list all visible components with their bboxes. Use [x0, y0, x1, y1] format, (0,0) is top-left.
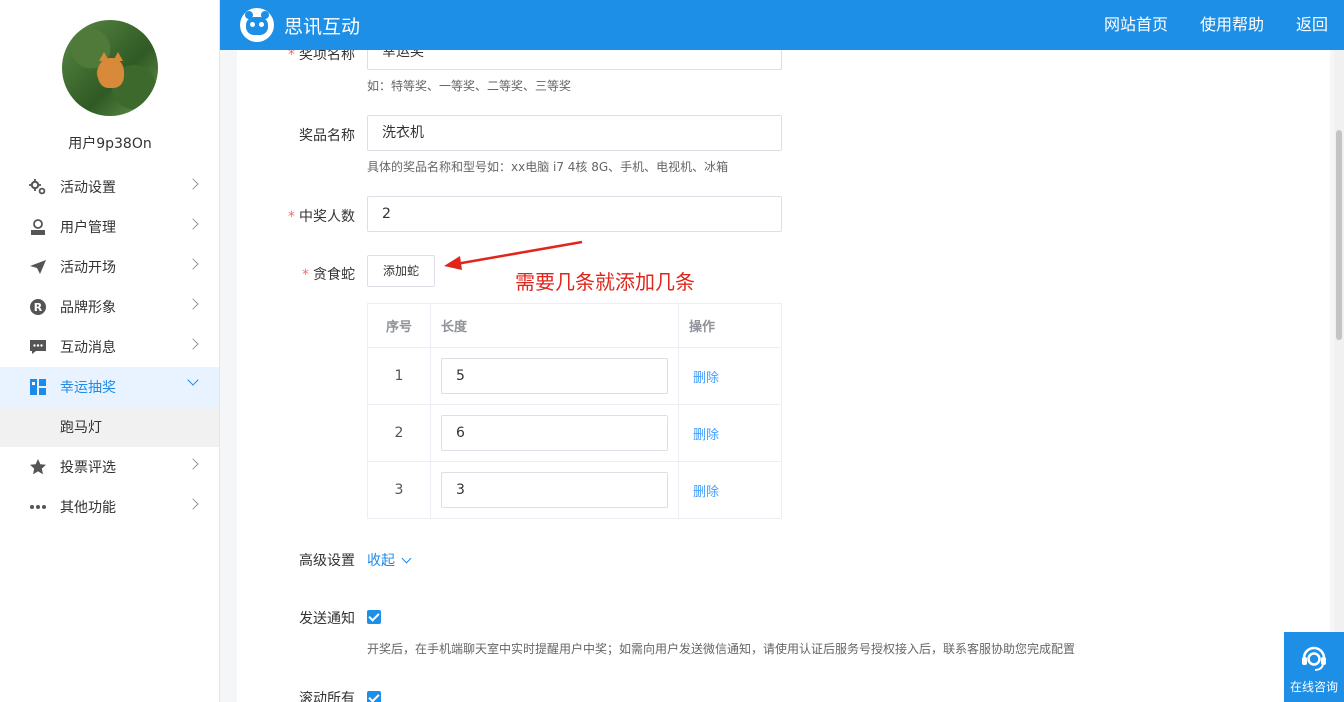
- col-length-header: 长度: [430, 303, 679, 348]
- sidebar-item-interactive-message[interactable]: 互动消息: [0, 327, 219, 367]
- avatar[interactable]: [62, 20, 158, 116]
- sidebar-item-activity-opening[interactable]: 活动开场: [0, 247, 219, 287]
- sidebar-item-voting[interactable]: 投票评选: [0, 447, 219, 487]
- sidebar-item-label: 活动开场: [60, 260, 116, 276]
- chevron-right-icon: [187, 458, 199, 470]
- collapse-toggle-label: 收起: [367, 553, 395, 569]
- winner-count-label: * 中奖人数: [288, 209, 355, 225]
- prize-level-hint: 如：特等奖、一等奖、二等奖、三等奖: [367, 79, 572, 93]
- sidebar-item-activity-settings[interactable]: 活动设置: [0, 167, 219, 207]
- table-row: 3 3 删除: [367, 461, 782, 519]
- sidebar-menu: 活动设置 用户管理 活动开场 R 品牌形象 互动消息 幸运抽奖 跑马灯 投票评选…: [0, 167, 219, 527]
- send-notify-checkbox[interactable]: [367, 610, 381, 624]
- chevron-down-icon: [187, 374, 199, 386]
- brand-name: 思讯互动: [284, 16, 361, 38]
- required-mark: *: [302, 267, 309, 283]
- sidebar-item-brand-image[interactable]: R 品牌形象: [0, 287, 219, 327]
- row-index: 3: [367, 461, 431, 519]
- length-input[interactable]: 5: [441, 358, 668, 394]
- table-row: 2 6 删除: [367, 404, 782, 462]
- more-icon: [28, 497, 48, 517]
- length-input[interactable]: 3: [441, 472, 668, 508]
- prize-name-label: 奖品名称: [299, 128, 355, 144]
- sidebar-item-label: 其他功能: [60, 500, 116, 516]
- chevron-right-icon: [187, 258, 199, 270]
- sidebar-subitem-marquee[interactable]: 跑马灯: [0, 407, 219, 447]
- chevron-right-icon: [187, 178, 199, 190]
- delete-link[interactable]: 删除: [693, 371, 719, 386]
- send-notify-label: 发送通知: [299, 611, 355, 627]
- row-index: 1: [367, 347, 431, 405]
- chevron-right-icon: [187, 218, 199, 230]
- scrollbar-thumb[interactable]: [1336, 130, 1342, 340]
- prize-name-hint: 具体的奖品名称和型号如：xx电脑 i7 4核 8G、手机、电视机、冰箱: [367, 160, 729, 174]
- headset-icon: [1302, 646, 1326, 671]
- col-action-header: 操作: [678, 303, 782, 348]
- sidebar-item-label: 用户管理: [60, 220, 116, 236]
- nav-help-link[interactable]: 使用帮助: [1200, 0, 1264, 50]
- sidebar-item-user-management[interactable]: 用户管理: [0, 207, 219, 247]
- prize-level-label: * 奖项名称: [237, 50, 355, 64]
- delete-link[interactable]: 删除: [693, 428, 719, 443]
- action-cell: 删除: [678, 404, 782, 462]
- sidebar-item-label: 互动消息: [60, 340, 116, 356]
- winner-count-input[interactable]: 2: [367, 196, 782, 232]
- sidebar: 用户9p38On 活动设置 用户管理 活动开场 R 品牌形象 互动消息 幸运抽奖…: [0, 0, 220, 702]
- length-cell: 6: [430, 404, 679, 462]
- length-cell: 5: [430, 347, 679, 405]
- sidebar-item-label: 幸运抽奖: [60, 380, 116, 396]
- action-cell: 删除: [678, 461, 782, 519]
- col-index-header: 序号: [367, 303, 431, 348]
- header-nav: 网站首页 使用帮助 返回: [1104, 0, 1344, 50]
- star-icon: [28, 457, 48, 477]
- top-header: 思讯互动 网站首页 使用帮助 返回: [220, 0, 1344, 50]
- bear-logo-icon: [240, 8, 274, 42]
- delete-link[interactable]: 删除: [693, 485, 719, 500]
- username: 用户9p38On: [68, 136, 152, 152]
- nav-back-link[interactable]: 返回: [1296, 0, 1328, 50]
- table-header-row: 序号 长度 操作: [367, 303, 782, 348]
- collapse-toggle[interactable]: 收起: [367, 550, 412, 570]
- chevron-right-icon: [187, 338, 199, 350]
- online-consult-button[interactable]: 在线咨询: [1284, 632, 1344, 702]
- add-snake-button[interactable]: 添加蛇: [367, 255, 435, 287]
- annotation-text: 需要几条就添加几条: [515, 270, 695, 294]
- sidebar-item-other-functions[interactable]: 其他功能: [0, 487, 219, 527]
- snake-label: * 贪食蛇: [302, 267, 355, 283]
- sidebar-item-label: 活动设置: [60, 180, 116, 196]
- row-index: 2: [367, 404, 431, 462]
- action-cell: 删除: [678, 347, 782, 405]
- chevron-right-icon: [187, 498, 199, 510]
- sidebar-item-label: 品牌形象: [60, 300, 116, 316]
- sidebar-item-lucky-draw[interactable]: 幸运抽奖: [0, 367, 219, 407]
- registered-icon: R: [28, 297, 48, 317]
- message-icon: [28, 337, 48, 357]
- required-mark: *: [288, 209, 295, 225]
- length-cell: 3: [430, 461, 679, 519]
- chevron-right-icon: [187, 298, 199, 310]
- page-scrollbar[interactable]: [1334, 50, 1344, 702]
- nav-home-link[interactable]: 网站首页: [1104, 0, 1168, 50]
- scroll-all-checkbox[interactable]: [367, 691, 381, 702]
- user-manage-icon: [28, 217, 48, 237]
- prize-name-input[interactable]: 洗衣机: [367, 115, 782, 151]
- scroll-all-label: 滚动所有: [299, 691, 355, 702]
- lottery-icon: [28, 377, 48, 397]
- paper-plane-icon: [28, 257, 48, 277]
- gears-icon: [28, 177, 48, 197]
- svg-text:R: R: [34, 301, 43, 314]
- chevron-down-icon: [401, 553, 412, 564]
- advanced-settings-label: 高级设置: [299, 553, 355, 569]
- length-input[interactable]: 6: [441, 415, 668, 451]
- table-row: 1 5 删除: [367, 347, 782, 405]
- sidebar-item-label: 投票评选: [60, 460, 116, 476]
- prize-level-input[interactable]: 幸运奖: [367, 50, 782, 70]
- send-notify-hint: 开奖后，在手机端聊天室中实时提醒用户中奖；如需向用户发送微信通知，请使用认证后服…: [367, 642, 1076, 656]
- main-content: * 奖项名称 幸运奖 如：特等奖、一等奖、二等奖、三等奖 奖品名称 洗衣机 具体的…: [237, 50, 1330, 702]
- snake-table: 序号 长度 操作 1 5 删除 2 6 删除 3 3 删除: [367, 303, 782, 519]
- online-consult-label: 在线咨询: [1289, 680, 1338, 694]
- required-mark: *: [288, 50, 295, 63]
